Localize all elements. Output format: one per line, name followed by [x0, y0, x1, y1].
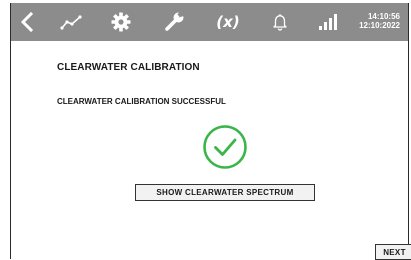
screen-frame: (x) 14:10:56 12:10:2022 CLEARWATER CALIB… — [10, 3, 411, 260]
status-message: CLEARWATER CALIBRATION SUCCESSFUL — [57, 97, 226, 106]
show-clearwater-spectrum-button[interactable]: SHOW CLEARWATER SPECTRUM — [135, 184, 315, 201]
clock-date: 12:10:2022 — [359, 21, 400, 30]
bell-icon — [273, 14, 287, 31]
service-button[interactable] — [160, 3, 188, 41]
back-button[interactable] — [13, 3, 41, 41]
next-button[interactable]: NEXT — [375, 244, 411, 260]
trend-button[interactable] — [57, 3, 87, 41]
gear-icon — [111, 12, 131, 32]
alarms-button[interactable] — [267, 3, 293, 41]
trend-line-icon — [60, 15, 82, 30]
wrench-icon — [165, 11, 185, 31]
settings-button[interactable] — [108, 3, 134, 41]
variables-icon: (x) — [216, 13, 240, 31]
signal-bars-icon — [319, 14, 337, 30]
top-navigation-bar: (x) 14:10:56 12:10:2022 — [11, 3, 408, 41]
check-circle-icon — [203, 125, 247, 169]
clock: 14:10:56 12:10:2022 — [359, 12, 400, 30]
signal-status[interactable] — [314, 3, 342, 41]
variables-button[interactable]: (x) — [211, 3, 245, 41]
clock-time: 14:10:56 — [367, 12, 400, 21]
back-chevron-icon — [20, 12, 34, 32]
page-title: CLEARWATER CALIBRATION — [57, 62, 200, 73]
